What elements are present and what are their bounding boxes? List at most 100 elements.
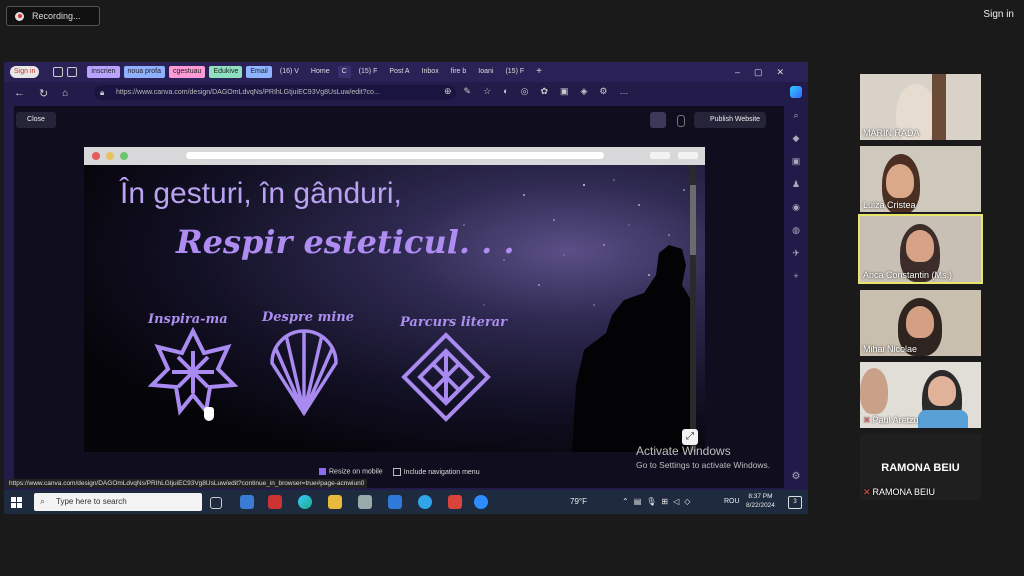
participant-tile[interactable]: Mihai Nicolae — [860, 290, 981, 356]
notifications-icon[interactable]: 3 — [788, 496, 802, 509]
app-icon-grey[interactable] — [358, 495, 372, 509]
edge-sidebar: ⌕ ◆ ▣ ♟ ◉ ◍ ✈ + ⚙ — [784, 82, 808, 490]
taskbar-search-input[interactable]: Type here to search — [34, 493, 202, 511]
nav-label-despre-mine[interactable]: Despre mine — [262, 310, 354, 325]
tab-fire[interactable]: fire b — [447, 66, 471, 78]
refresh-icon[interactable]: ↻ — [39, 87, 48, 100]
maximize-dot-icon — [120, 152, 128, 160]
tab-group-1[interactable]: inscrien — [87, 66, 120, 78]
heading-line-1: În gesturi, în gânduri, — [120, 177, 402, 210]
close-button[interactable]: Close — [16, 112, 56, 128]
recording-indicator[interactable]: Recording... — [6, 6, 100, 26]
sidebar-app-icons[interactable]: ⌕ ◆ ▣ ♟ ◉ ◍ ✈ + — [784, 104, 808, 288]
tab-canva-active[interactable]: C — [337, 66, 351, 78]
participant-name-row: ✕ RAMONA BEIU — [863, 487, 935, 498]
preview-button — [650, 152, 670, 159]
app-icon-red[interactable] — [268, 495, 282, 509]
desktop-view-icon[interactable] — [650, 112, 666, 128]
participant-name: MARIN RADA — [863, 128, 920, 138]
preview-url-bar — [186, 152, 604, 159]
tray-icons[interactable]: ⌃▤🎙⊞◁◇ — [622, 497, 695, 506]
preview-options: Resize on mobile Include navigation menu — [319, 468, 480, 476]
tab-group-4[interactable]: Edukive — [209, 66, 243, 78]
preview-button — [678, 152, 698, 159]
resize-on-mobile-checkbox[interactable]: Resize on mobile — [319, 468, 383, 476]
new-tab-icon[interactable]: + — [532, 66, 546, 78]
browser-tab-bar: Sign in inscrien noua profa cgestuau Edu… — [4, 62, 808, 82]
url-field[interactable]: https://www.canva.com/design/DAGOmLdvqNs… — [94, 85, 456, 100]
lock-icon: 🔒︎ — [100, 88, 105, 97]
participant-video — [906, 306, 934, 338]
weather-temperature[interactable]: 79°F — [570, 497, 587, 506]
app-icon-acrobat[interactable] — [448, 495, 462, 509]
include-navigation-checkbox[interactable]: Include navigation menu — [392, 468, 480, 476]
settings-gear-icon[interactable]: ⚙ — [784, 471, 808, 482]
participant-tile-no-video[interactable]: RAMONA BEIU ✕ RAMONA BEIU — [860, 434, 981, 500]
tab-ioani[interactable]: Ioani — [474, 66, 497, 78]
participant-tile[interactable]: Luiza Cristea — [860, 146, 981, 212]
participant-name-row: ✕ Paul Aretzu — [863, 415, 919, 426]
shell-icon[interactable] — [266, 325, 342, 417]
star-icon[interactable] — [148, 327, 238, 417]
task-view-icon[interactable] — [210, 497, 222, 509]
tab-home[interactable]: Home — [307, 66, 334, 78]
hand-cursor-icon — [204, 407, 214, 421]
muted-mic-icon: ✕ — [863, 415, 871, 425]
starry-background: În gesturi, în gânduri, Respir esteticul… — [84, 165, 705, 452]
tab-gmail[interactable]: Inbox — [418, 66, 443, 78]
mobile-view-icon[interactable] — [677, 115, 685, 127]
windows-start-icon[interactable] — [4, 490, 28, 514]
record-icon — [15, 11, 24, 21]
status-bar-url: https://www.canva.com/design/DAGOmLdvqNs… — [6, 479, 368, 488]
tab-whatsapp[interactable]: (16) V — [276, 66, 303, 78]
file-explorer-icon[interactable] — [328, 495, 342, 509]
back-icon[interactable]: ← — [14, 87, 25, 99]
copilot-icon[interactable] — [790, 86, 802, 98]
heading-line-2: Respir esteticul. . . — [176, 223, 515, 261]
website-preview: În gesturi, în gânduri, Respir esteticul… — [84, 147, 705, 452]
participant-name: RAMONA BEIU — [872, 487, 936, 497]
mail-icon[interactable] — [388, 495, 402, 509]
participant-tile[interactable]: MARIN RADA — [860, 74, 981, 140]
search-icon: ⌕ — [40, 496, 46, 506]
close-dot-icon — [92, 152, 100, 160]
participant-video — [886, 164, 914, 198]
diamond-icon[interactable] — [400, 331, 492, 423]
tab-actions-icon[interactable] — [67, 67, 78, 77]
tab-group-2[interactable]: noua profa — [123, 66, 166, 78]
toolbar-extension-icons[interactable]: ⊕✎☆◐◎✿▣◈⚙… — [444, 86, 640, 97]
profile-sign-in-button[interactable]: Sign in — [10, 66, 40, 78]
publish-website-button[interactable]: Publish Website — [694, 112, 766, 128]
shared-screen: Sign in inscrien noua profa cgestuau Edu… — [4, 62, 808, 514]
tab-facebook-2[interactable]: (15) F — [501, 66, 528, 78]
workspaces-icon[interactable] — [53, 67, 64, 77]
window-controls[interactable]: –▢✕ — [735, 67, 798, 78]
nav-label-inspira-ma[interactable]: Inspira-ma — [148, 312, 228, 327]
edge-icon[interactable] — [298, 495, 312, 509]
participant-name: Mihai Nicolae — [863, 344, 918, 354]
app-icon-blue[interactable] — [418, 495, 432, 509]
language-indicator[interactable]: ROU — [724, 498, 740, 505]
nav-label-parcurs-literar[interactable]: Parcurs literar — [400, 315, 507, 330]
zoom-sign-in-button[interactable]: Sign in — [983, 9, 1014, 20]
tab-group-3[interactable]: cgestuau — [169, 66, 206, 78]
zoom-app-icon[interactable] — [474, 495, 488, 509]
tab-facebook-1[interactable]: (15) F — [355, 66, 382, 78]
recording-label: Recording... — [32, 11, 81, 21]
participant-video — [906, 230, 934, 262]
tab-group-5[interactable]: Email — [246, 66, 272, 78]
participant-display-name: RAMONA BEIU — [881, 462, 960, 474]
tab-post[interactable]: Post A — [385, 66, 413, 78]
home-icon[interactable]: ⌂ — [62, 88, 68, 99]
store-icon[interactable] — [240, 495, 254, 509]
taskbar-clock[interactable]: 8:37 PM 8/22/2024 — [746, 492, 775, 510]
minimize-dot-icon — [106, 152, 114, 160]
expand-icon[interactable]: ⤢ — [682, 429, 698, 445]
resize-on-mobile-label: Resize on mobile — [329, 468, 383, 476]
participant-name: Paul Aretzu — [872, 415, 919, 425]
participant-video — [860, 368, 888, 414]
participant-tile[interactable]: ✕ Paul Aretzu — [860, 362, 981, 428]
participant-video — [932, 74, 946, 140]
participant-tile-active-speaker[interactable]: Anca Constantin (Ms.) — [858, 214, 983, 284]
include-navigation-label: Include navigation menu — [403, 468, 480, 476]
